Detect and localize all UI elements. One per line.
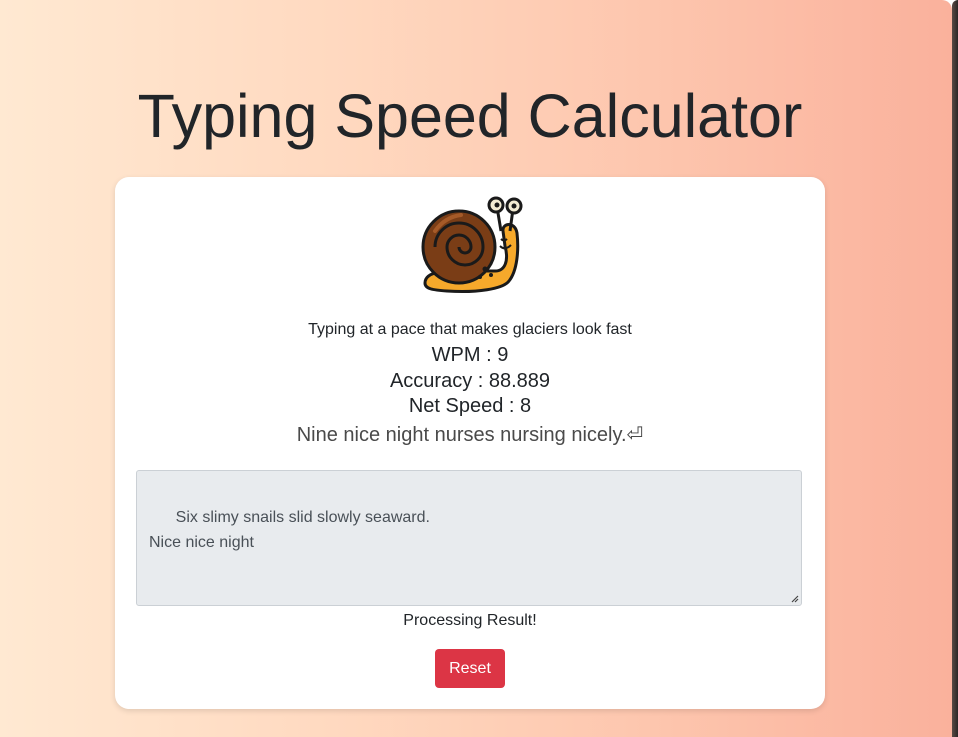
reset-button[interactable]: Reset — [435, 649, 505, 688]
typing-input-value: Six slimy snails slid slowly seaward. Ni… — [149, 509, 430, 551]
snail-icon — [417, 191, 527, 301]
page-title: Typing Speed Calculator — [137, 82, 803, 150]
net-speed-stat: Net Speed : 8 — [408, 395, 532, 417]
result-message: Typing at a pace that makes glaciers loo… — [308, 321, 632, 338]
resize-grip-icon[interactable] — [790, 594, 799, 603]
window-edge — [952, 0, 958, 737]
result-card: Typing at a pace that makes glaciers loo… — [115, 177, 825, 709]
wpm-stat: WPM : 9 — [431, 344, 509, 366]
accuracy-stat: Accuracy : 88.889 — [389, 370, 551, 392]
status-text: Processing Result! — [403, 612, 537, 629]
typing-input[interactable]: Six slimy snails slid slowly seaward. Ni… — [136, 470, 802, 606]
page-background: Typing Speed Calculator Typing at a pace… — [0, 0, 952, 737]
prompt-sentence: Nine nice night nurses nursing nicely.⏎ — [296, 424, 644, 446]
